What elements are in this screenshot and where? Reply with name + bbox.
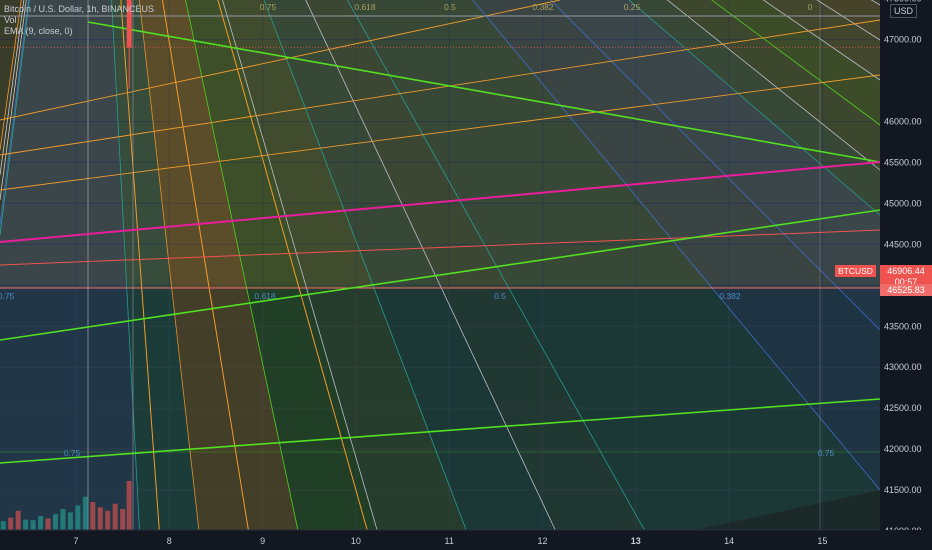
price-tick-label: 45500.00 xyxy=(884,157,922,167)
symbol-title[interactable]: Bitcoin / U.S. Dollar, 1h, BINANCEUS xyxy=(4,4,154,15)
price-tick-label: 43000.00 xyxy=(884,362,922,372)
time-tick-label: 10 xyxy=(351,536,361,546)
volume-bar xyxy=(105,510,111,530)
chart-legend: Bitcoin / U.S. Dollar, 1h, BINANCEUS Vol… xyxy=(4,4,154,37)
volume-bar xyxy=(30,520,36,530)
time-tick-label: 14 xyxy=(724,536,734,546)
price-chart[interactable]: 0.75 0.618 0.5 0.382 0.25 0 0.75 0.618 0.5 0.382 0… xyxy=(0,0,932,550)
price-tick-label: 46000.00 xyxy=(884,117,922,127)
volume-bar xyxy=(97,507,103,530)
fib-label-top: 0.25 xyxy=(624,2,641,12)
symbol-price-tag: BTCUSD xyxy=(835,265,876,277)
fib-label-middle: 0.382 xyxy=(719,291,741,301)
volume-bar xyxy=(75,505,81,530)
time-tick-label: 8 xyxy=(167,536,172,546)
volume-indicator-label[interactable]: Vol xyxy=(4,15,154,26)
volume-bar xyxy=(90,502,96,530)
volume-bar xyxy=(0,521,6,530)
fib-label-bottom: 0.75 xyxy=(64,448,81,458)
volume-bar xyxy=(45,518,51,530)
time-tick-label: 7 xyxy=(73,536,78,546)
price-tick-label: 45000.00 xyxy=(884,198,922,208)
volume-bar xyxy=(8,517,14,530)
time-tick-label: 11 xyxy=(445,536,454,546)
time-tick-label: 12 xyxy=(537,536,547,546)
fib-label-top: 0 xyxy=(808,2,813,12)
currency-button[interactable]: USD xyxy=(890,4,918,18)
fib-label-top: 0.75 xyxy=(260,2,277,12)
price-tick-label: 44500.00 xyxy=(884,239,922,249)
volume-bar xyxy=(120,509,126,530)
fib-label-top: 0.618 xyxy=(354,2,376,12)
fib-label-middle: 0.5 xyxy=(494,291,506,301)
volume-bar xyxy=(23,519,29,530)
volume-bar xyxy=(82,496,88,530)
fib-label-middle: 0.75 xyxy=(0,291,15,301)
volume-bar xyxy=(38,516,44,530)
volume-bar xyxy=(112,503,118,530)
fib-label-bottom: 0.75 xyxy=(818,448,835,458)
volume-bar xyxy=(67,512,73,530)
price-tick-label: 42000.00 xyxy=(884,444,922,454)
volume-bar xyxy=(60,509,66,530)
volume-bar xyxy=(15,510,21,530)
time-tick-label: 13 xyxy=(631,536,641,546)
price-tick-label: 41500.00 xyxy=(884,485,922,495)
volume-bar xyxy=(126,481,132,530)
price-tick-label: 43500.00 xyxy=(884,321,922,331)
price-line-tag: 46525.83 xyxy=(880,284,932,296)
price-tick-label: 47000.00 xyxy=(884,35,922,45)
chart-window[interactable]: 0.75 0.618 0.5 0.382 0.25 0 0.75 0.618 0.5 0.382 0… xyxy=(0,0,932,550)
fib-label-middle: 0.618 xyxy=(254,291,276,301)
fib-label-top: 0.5 xyxy=(444,2,456,12)
fib-label-top: 0.382 xyxy=(532,2,554,12)
time-axis-bg xyxy=(0,530,932,550)
volume-bar xyxy=(52,514,58,530)
time-tick-label: 15 xyxy=(817,536,827,546)
time-tick-label: 9 xyxy=(260,536,265,546)
ema-indicator-label[interactable]: EMA (9, close, 0) xyxy=(4,26,154,37)
price-tick-label: 42500.00 xyxy=(884,403,922,413)
